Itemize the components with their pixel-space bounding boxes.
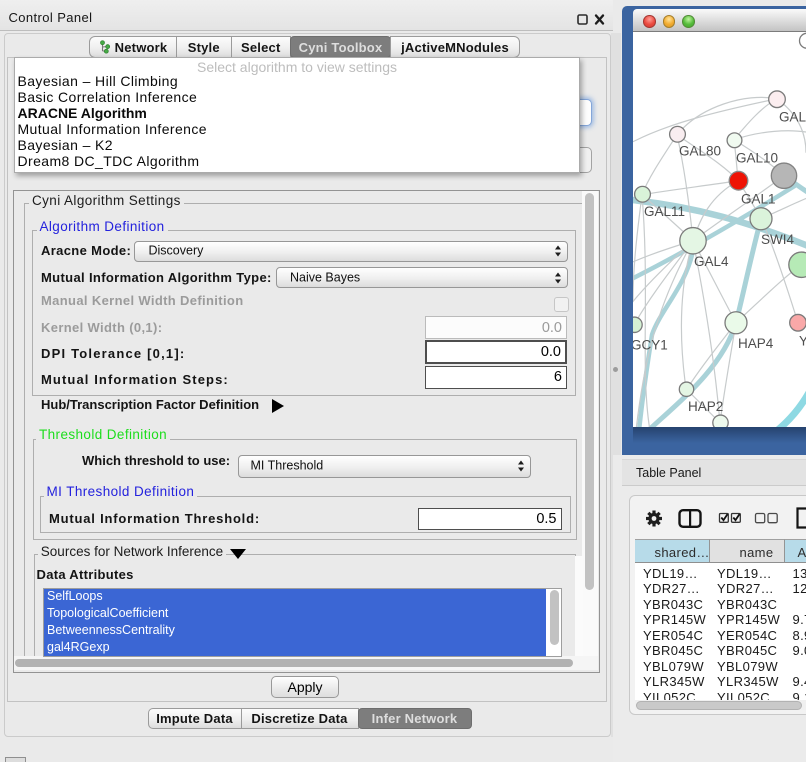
svg-text:GAL7: GAL7 xyxy=(779,109,806,124)
svg-text:GAL10: GAL10 xyxy=(736,150,778,165)
svg-text:GAL1: GAL1 xyxy=(741,191,776,206)
svg-text:GAL4: GAL4 xyxy=(694,253,729,268)
svg-text:SWI4: SWI4 xyxy=(761,231,794,246)
svg-text:GAL11: GAL11 xyxy=(644,203,685,218)
svg-text:GCY1: GCY1 xyxy=(633,337,668,352)
svg-text:HAP4: HAP4 xyxy=(738,335,774,350)
svg-text:Y: Y xyxy=(799,333,806,348)
svg-text:HAP2: HAP2 xyxy=(688,398,723,413)
svg-text:GAL80: GAL80 xyxy=(679,143,721,158)
